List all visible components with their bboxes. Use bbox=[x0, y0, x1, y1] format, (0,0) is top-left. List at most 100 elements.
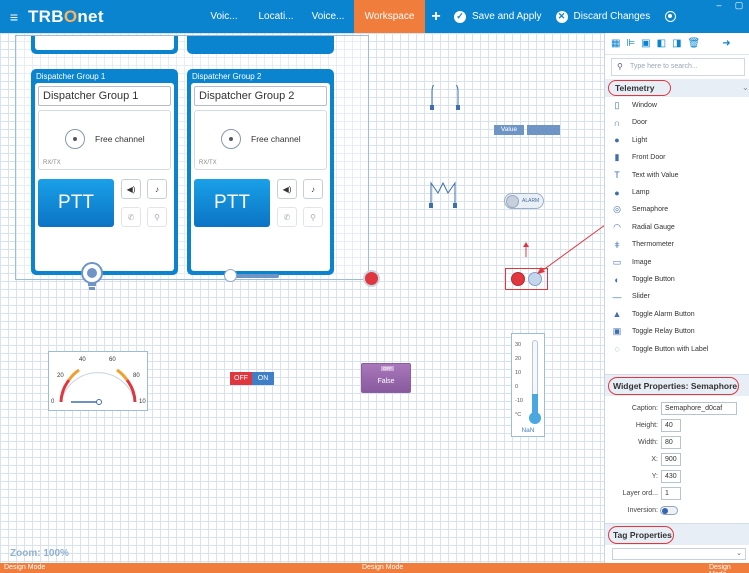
toolbox-item[interactable]: T Text with Value bbox=[611, 167, 749, 184]
toolbox-item[interactable]: ▣ Toggle Relay Button bbox=[611, 323, 749, 340]
toolbox-item[interactable]: ◎ Semaphore bbox=[611, 201, 749, 218]
toolbox-item[interactable]: ● Light bbox=[611, 132, 749, 149]
bell-icon: ▲ bbox=[612, 309, 622, 320]
tab-voice-2[interactable]: Voice... bbox=[302, 0, 354, 33]
toolbox-item[interactable]: ▮ Front Door bbox=[611, 149, 749, 166]
minimize-button[interactable]: ‒ bbox=[709, 0, 729, 14]
inversion-toggle[interactable] bbox=[660, 506, 678, 515]
align-left-icon[interactable]: ⊫ bbox=[626, 38, 635, 49]
chevron-down-icon[interactable]: ⌄ bbox=[742, 83, 749, 92]
hamburger-menu-icon[interactable]: ≡ bbox=[0, 0, 28, 33]
speaker-icon[interactable]: ◀) bbox=[277, 179, 297, 199]
ptt-button[interactable]: PTT bbox=[38, 179, 114, 227]
category-header-telemetry[interactable]: Telemetry ⌄ bbox=[605, 79, 749, 97]
thermometer-widget[interactable]: 30 20 10 0 -10 °C NaN bbox=[511, 333, 545, 437]
toolbox-item[interactable]: — Slider bbox=[611, 288, 749, 305]
speaker-icon[interactable]: ◀) bbox=[121, 179, 141, 199]
inversion-row: Inversion: bbox=[605, 504, 749, 519]
toolbox-item[interactable]: ∩ Door bbox=[611, 114, 749, 131]
group-name-field[interactable]: Dispatcher Group 1 bbox=[38, 86, 171, 106]
slider-track[interactable] bbox=[233, 274, 279, 278]
toolbox-item-label: Thermometer bbox=[632, 241, 675, 249]
status-mode-right: Design Mode bbox=[709, 564, 731, 573]
save-icon[interactable]: ▣ bbox=[641, 38, 650, 49]
front-door-icon: ▮ bbox=[614, 152, 620, 163]
grid-icon[interactable]: ▦ bbox=[611, 38, 620, 49]
record-icon[interactable] bbox=[657, 0, 683, 33]
toolbox-item-label: Window bbox=[632, 102, 657, 109]
search-input[interactable]: ⚲ Type here to search... bbox=[611, 58, 745, 76]
toolbox-item[interactable]: ● Lamp bbox=[611, 184, 749, 201]
toolbox-item-label: Semaphore bbox=[632, 206, 669, 214]
maximize-button[interactable]: ▢ bbox=[729, 0, 749, 14]
tab-location[interactable]: Locati... bbox=[250, 0, 302, 33]
group-name-field[interactable]: Dispatcher Group 2 bbox=[194, 86, 327, 106]
toolbox-item[interactable]: ▭ Image bbox=[611, 254, 749, 271]
delete-icon[interactable]: 🗑 bbox=[688, 38, 701, 49]
caption-field[interactable]: Semaphore_d0caf bbox=[661, 402, 737, 415]
gauge-tick: 60 bbox=[109, 357, 116, 363]
gauge-icon: ◠ bbox=[613, 221, 621, 232]
channel-status: Free channel bbox=[251, 134, 301, 144]
toggle-icon: ◐ bbox=[614, 274, 620, 285]
design-canvas[interactable]: Dispatcher Group 1 Dispatcher Group 1 Fr… bbox=[0, 33, 606, 563]
y-field[interactable]: 430 bbox=[661, 470, 681, 483]
add-tab-button[interactable]: + bbox=[425, 0, 447, 33]
arrow-right-icon[interactable]: ➜ bbox=[722, 38, 730, 49]
ptt-button[interactable]: PTT bbox=[194, 179, 270, 227]
channel-status: Free channel bbox=[95, 134, 145, 144]
dispatcher-group-card-2[interactable]: Dispatcher Group 2 Dispatcher Group 2 Fr… bbox=[187, 69, 334, 275]
light-icon: ● bbox=[614, 135, 620, 146]
layer-order-row: Layer ord... 1 bbox=[605, 487, 749, 502]
window-controls: ‒ ▢ bbox=[709, 0, 749, 14]
height-field[interactable]: 40 bbox=[661, 419, 681, 432]
lamp-widget[interactable] bbox=[363, 270, 380, 287]
toolbox-item[interactable]: ◐ Toggle Button bbox=[611, 271, 749, 288]
tag-select[interactable]: ⌄ bbox=[612, 548, 746, 560]
save-and-apply-button[interactable]: ✓ Save and Apply bbox=[447, 0, 549, 33]
light-bulb-widget[interactable] bbox=[80, 262, 104, 292]
music-note-icon[interactable]: ♪ bbox=[147, 179, 167, 199]
selection-arrow bbox=[523, 224, 606, 274]
music-note-icon[interactable]: ♪ bbox=[303, 179, 323, 199]
discard-changes-button[interactable]: ✕ Discard Changes bbox=[549, 0, 658, 33]
close-circle-icon: ✕ bbox=[555, 10, 568, 23]
gauge-tick: 0 bbox=[51, 399, 55, 405]
dispatcher-card-partial-2 bbox=[187, 36, 334, 54]
front-door-widget[interactable] bbox=[428, 179, 458, 209]
tab-voice-1[interactable]: Voic... bbox=[198, 0, 250, 33]
caption-row: Caption: Semaphore_d0caf bbox=[605, 402, 749, 417]
toolbox-item[interactable]: ǂ Thermometer bbox=[611, 236, 749, 253]
group-header: Dispatcher Group 1 bbox=[36, 72, 106, 81]
search-icon: ⚲ bbox=[617, 62, 623, 71]
lamp-icon: ● bbox=[614, 187, 620, 198]
toolbox-panel: ▦ ⊫ ▣ ◧ ◨ 🗑 ➜ ⚲ Type here to search... T… bbox=[604, 33, 749, 563]
widget-properties-header: Widget Properties: Semaphore bbox=[605, 374, 749, 396]
width-field[interactable]: 80 bbox=[661, 436, 681, 449]
door-widget[interactable] bbox=[428, 85, 462, 111]
slider-handle[interactable] bbox=[224, 269, 237, 282]
phone-icon[interactable]: ✆ bbox=[277, 207, 297, 227]
window-icon: ▯ bbox=[614, 100, 620, 110]
toolbox-item[interactable]: ▯ Window bbox=[611, 97, 749, 114]
phone-icon[interactable]: ✆ bbox=[121, 207, 141, 227]
radial-gauge-widget[interactable]: 20 40 60 80 0 10 bbox=[48, 351, 148, 411]
toolbox-item-label: Text with Value bbox=[632, 171, 679, 179]
layer-order-field[interactable]: 1 bbox=[661, 487, 681, 500]
thermometer-icon: ǂ bbox=[614, 239, 620, 250]
bring-front-icon[interactable]: ◧ bbox=[657, 38, 666, 49]
search-icon[interactable]: ⚲ bbox=[303, 207, 323, 227]
toolbox-item-label: Door bbox=[632, 119, 648, 127]
toolbox-item[interactable]: ◠ Radial Gauge bbox=[611, 219, 749, 236]
toggle-button-widget[interactable]: OFF ON bbox=[230, 372, 274, 385]
dispatcher-group-card-1[interactable]: Dispatcher Group 1 Dispatcher Group 1 Fr… bbox=[31, 69, 178, 275]
toolbox-item[interactable]: ▲ Toggle Alarm Button bbox=[611, 306, 749, 323]
toggle-relay-widget[interactable]: OFF False bbox=[361, 363, 411, 393]
tab-workspace[interactable]: Workspace bbox=[354, 0, 425, 33]
toolbox-item[interactable]: ◌ Toggle Button with Label bbox=[611, 341, 749, 358]
zoom-level: Zoom: 100% bbox=[10, 548, 69, 559]
dispatcher-panel-widget[interactable]: Dispatcher Group 1 Dispatcher Group 1 Fr… bbox=[15, 35, 369, 280]
search-icon[interactable]: ⚲ bbox=[147, 207, 167, 227]
x-field[interactable]: 900 bbox=[661, 453, 681, 466]
send-back-icon[interactable]: ◨ bbox=[672, 38, 681, 49]
